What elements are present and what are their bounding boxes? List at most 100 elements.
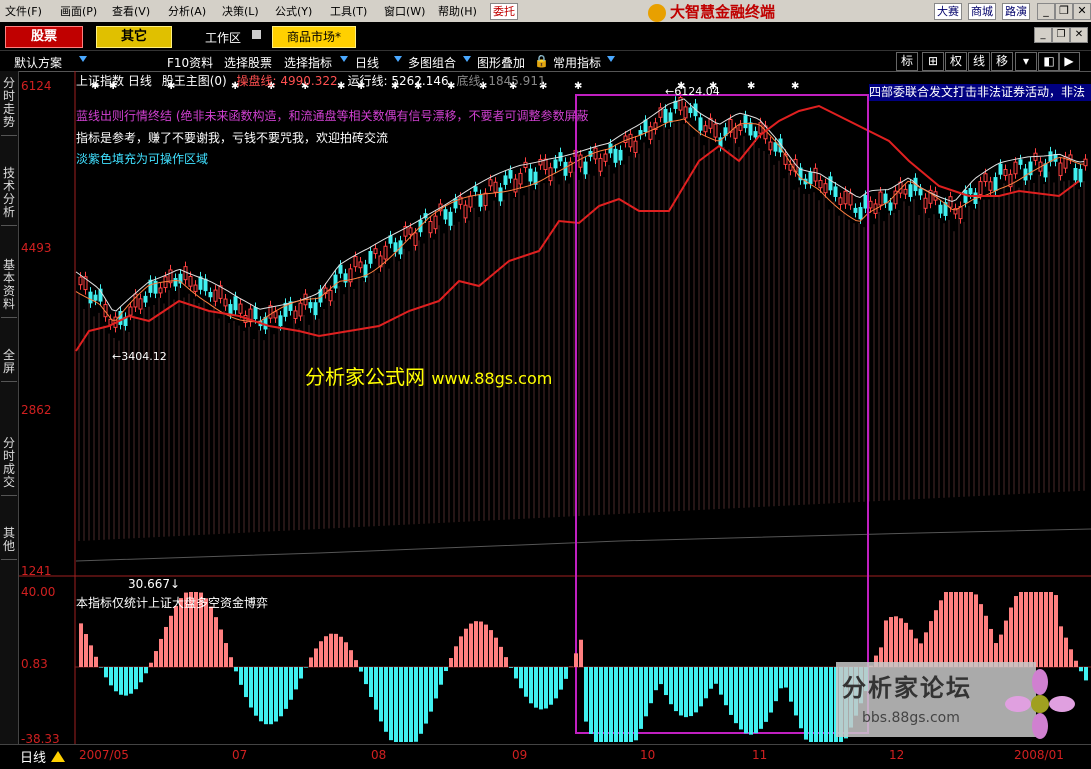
line-button[interactable]: 线 (968, 52, 990, 71)
hist-bar-pos (959, 592, 963, 667)
menu-analysis[interactable]: 分析(A) (168, 3, 206, 19)
hist-bar-neg (809, 667, 813, 742)
period-warning-icon[interactable] (51, 751, 65, 762)
candle-body (449, 212, 452, 225)
f10-button[interactable]: F10资料 (167, 54, 213, 71)
entrust-button[interactable]: 委托 (490, 3, 518, 20)
hist-bar-neg (114, 667, 118, 691)
next-icon[interactable]: ▶ (1058, 52, 1080, 71)
candle-body (964, 190, 967, 202)
menu-formula[interactable]: 公式(Y) (275, 3, 312, 19)
candle-body (429, 221, 432, 232)
workspace-dropdown-icon[interactable] (252, 30, 261, 39)
close-icon[interactable]: ✕ (1073, 3, 1091, 20)
hist-bar-pos (489, 630, 493, 667)
menu-tools[interactable]: 工具(T) (330, 3, 367, 19)
common-indicator-button[interactable]: 常用指标 (553, 54, 601, 71)
rights-button[interactable]: 权 (945, 52, 967, 71)
hist-bar-neg (664, 667, 668, 695)
period-arrow-icon[interactable] (394, 56, 402, 62)
menu-screen[interactable]: 画面(P) (60, 3, 97, 19)
lock-icon[interactable]: 🔒 (534, 54, 549, 68)
candle-body (959, 207, 962, 219)
sub-restore-icon[interactable]: ❐ (1052, 27, 1070, 43)
roadshow-button[interactable]: 路演 (1002, 3, 1030, 20)
hist-bar-neg (644, 667, 648, 716)
kline-chart: ✱✱✱✱✱✱✱✱✱✱✱✱✱✱✱✱✱✱✱ (19, 71, 1091, 744)
indicator-arrow-icon[interactable] (340, 56, 348, 62)
other-button[interactable]: 其它 (96, 26, 172, 48)
candle-body (469, 196, 472, 207)
hist-bar-pos (349, 650, 353, 667)
candle-body (359, 262, 362, 268)
menu-view[interactable]: 查看(V) (112, 3, 150, 19)
multi-chart-button[interactable]: 多图组合 (408, 54, 456, 71)
crosshair-icon[interactable]: ⊞ (922, 52, 944, 71)
candle-body (579, 155, 582, 167)
candle-body (1084, 159, 1087, 166)
arrow-down-icon[interactable]: ▾ (1015, 52, 1037, 71)
sub-minimize-icon[interactable]: _ (1034, 27, 1052, 43)
candle-body (819, 180, 822, 187)
period-label[interactable]: 日线 (20, 747, 46, 766)
hist-bar-neg (634, 667, 638, 740)
ma-line-orange (76, 119, 1084, 322)
hist-bar-neg (289, 667, 293, 700)
restore-icon[interactable]: ❐ (1055, 3, 1073, 20)
hist-bar-pos (479, 622, 483, 667)
candle-body (979, 182, 982, 195)
hist-bar-neg (554, 667, 558, 698)
commodity-market-button[interactable]: 商品市场* (272, 26, 356, 48)
move-button[interactable]: 移 (991, 52, 1013, 71)
candle-body (809, 173, 812, 184)
select-stock-button[interactable]: 选择股票 (224, 54, 272, 71)
hist-bar-neg (544, 667, 548, 708)
sub-close-icon[interactable]: ✕ (1070, 27, 1088, 43)
hist-bar-pos (1064, 638, 1068, 667)
candle-body (704, 126, 707, 132)
hist-bar-neg (394, 667, 398, 742)
tab-technical[interactable]: 技术分析 (1, 167, 17, 226)
hist-bar-pos (174, 606, 178, 667)
tab-other[interactable]: 其他 (1, 527, 17, 560)
hist-bar-neg (534, 667, 538, 708)
chart-area[interactable]: ✱✱✱✱✱✱✱✱✱✱✱✱✱✱✱✱✱✱✱ 6124 4493 2862 1241 … (19, 71, 1091, 744)
hist-bar-neg (559, 667, 563, 690)
overlay-button[interactable]: 图形叠加 (477, 54, 525, 71)
menu-decision[interactable]: 决策(L) (222, 3, 259, 19)
hist-bar-pos (219, 629, 223, 667)
hist-bar-neg (274, 667, 278, 722)
contest-button[interactable]: 大赛 (934, 3, 962, 20)
menu-window[interactable]: 窗口(W) (384, 3, 425, 19)
candle-body (539, 159, 542, 164)
tab-fundamental[interactable]: 基本资料 (1, 259, 17, 318)
period-dropdown[interactable]: 日线 (355, 54, 379, 71)
tab-intraday[interactable]: 分时走势 (1, 77, 17, 136)
minimize-icon[interactable]: _ (1037, 3, 1055, 20)
hist-bar-neg (244, 667, 248, 697)
candle-body (189, 276, 192, 286)
y-label-bottom: 1241 (21, 564, 52, 578)
mall-button[interactable]: 商城 (968, 3, 996, 20)
mark-button[interactable]: 标 (896, 52, 918, 71)
menu-help[interactable]: 帮助(H) (438, 3, 477, 19)
hist-bar-neg (659, 667, 663, 684)
tab-ticks[interactable]: 分时成交 (1, 437, 17, 496)
candle-body (474, 187, 477, 192)
scheme-dropdown[interactable]: 默认方案 (14, 54, 62, 71)
hist-bar-neg (829, 667, 833, 742)
tab-fullscreen[interactable]: 全屏 (1, 349, 17, 382)
news-ticker[interactable]: 四部委联合发文打击非法证券活动，非法 (869, 84, 1091, 101)
hist-bar-pos (1044, 592, 1048, 667)
scheme-arrow-icon[interactable] (79, 56, 87, 62)
select-indicator-button[interactable]: 选择指标 (284, 54, 332, 71)
menu-file[interactable]: 文件(F) (5, 3, 42, 19)
candle-body (614, 149, 617, 162)
common-indicator-arrow-icon[interactable] (607, 56, 615, 62)
multi-chart-arrow-icon[interactable] (463, 56, 471, 62)
stock-button[interactable]: 股票 (5, 26, 83, 48)
prev-icon[interactable]: ◧ (1038, 52, 1060, 71)
hist-bar-neg (819, 667, 823, 742)
hist-bar-pos (894, 616, 898, 667)
candle-body (129, 307, 132, 315)
